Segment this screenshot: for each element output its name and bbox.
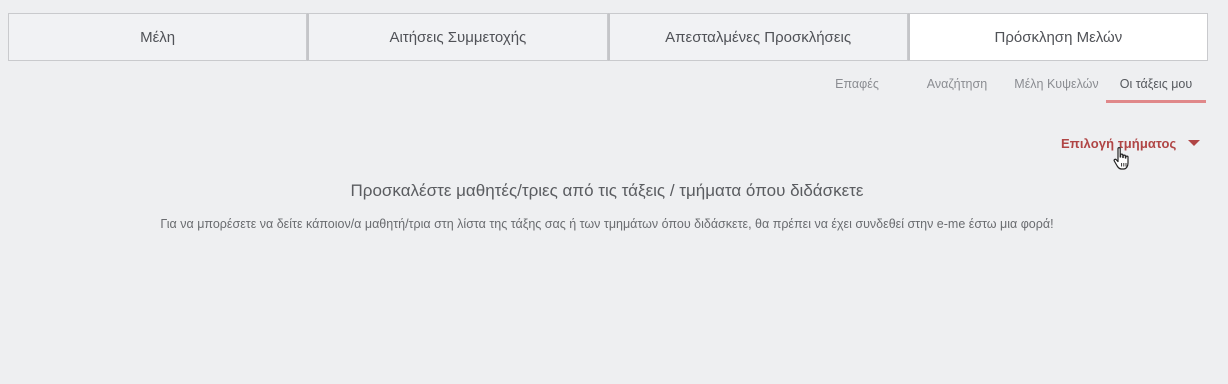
sub-tabs: Επαφές Αναζήτηση Μέλη Κυψελών Οι τάξεις … — [0, 70, 1228, 104]
tab-members[interactable]: Μέλη — [8, 13, 308, 61]
chevron-down-icon — [1188, 140, 1201, 146]
tab-invite-members[interactable]: Πρόσκληση Μελών — [907, 13, 1208, 61]
tab-sent-invitations[interactable]: Απεσταλμένες Προσκλήσεις — [607, 13, 908, 61]
subtab-my-classes[interactable]: Οι τάξεις μου — [1106, 70, 1206, 103]
subtab-hive-members[interactable]: Μέλη Κυψελών — [1009, 70, 1104, 100]
subtab-contacts[interactable]: Επαφές — [815, 70, 899, 100]
hand-pointer-icon — [1113, 147, 1129, 170]
tab-join-requests[interactable]: Αιτήσεις Συμμετοχής — [307, 13, 608, 61]
invite-description: Για να μπορέσετε να δείτε κάποιον/α μαθη… — [160, 217, 1054, 231]
main-tabs: Μέλη Αιτήσεις Συμμετοχής Απεσταλμένες Πρ… — [8, 13, 1208, 61]
invite-heading: Προσκαλέστε μαθητές/τριες από τις τάξεις… — [350, 181, 864, 200]
subtab-search[interactable]: Αναζήτηση — [922, 70, 992, 100]
